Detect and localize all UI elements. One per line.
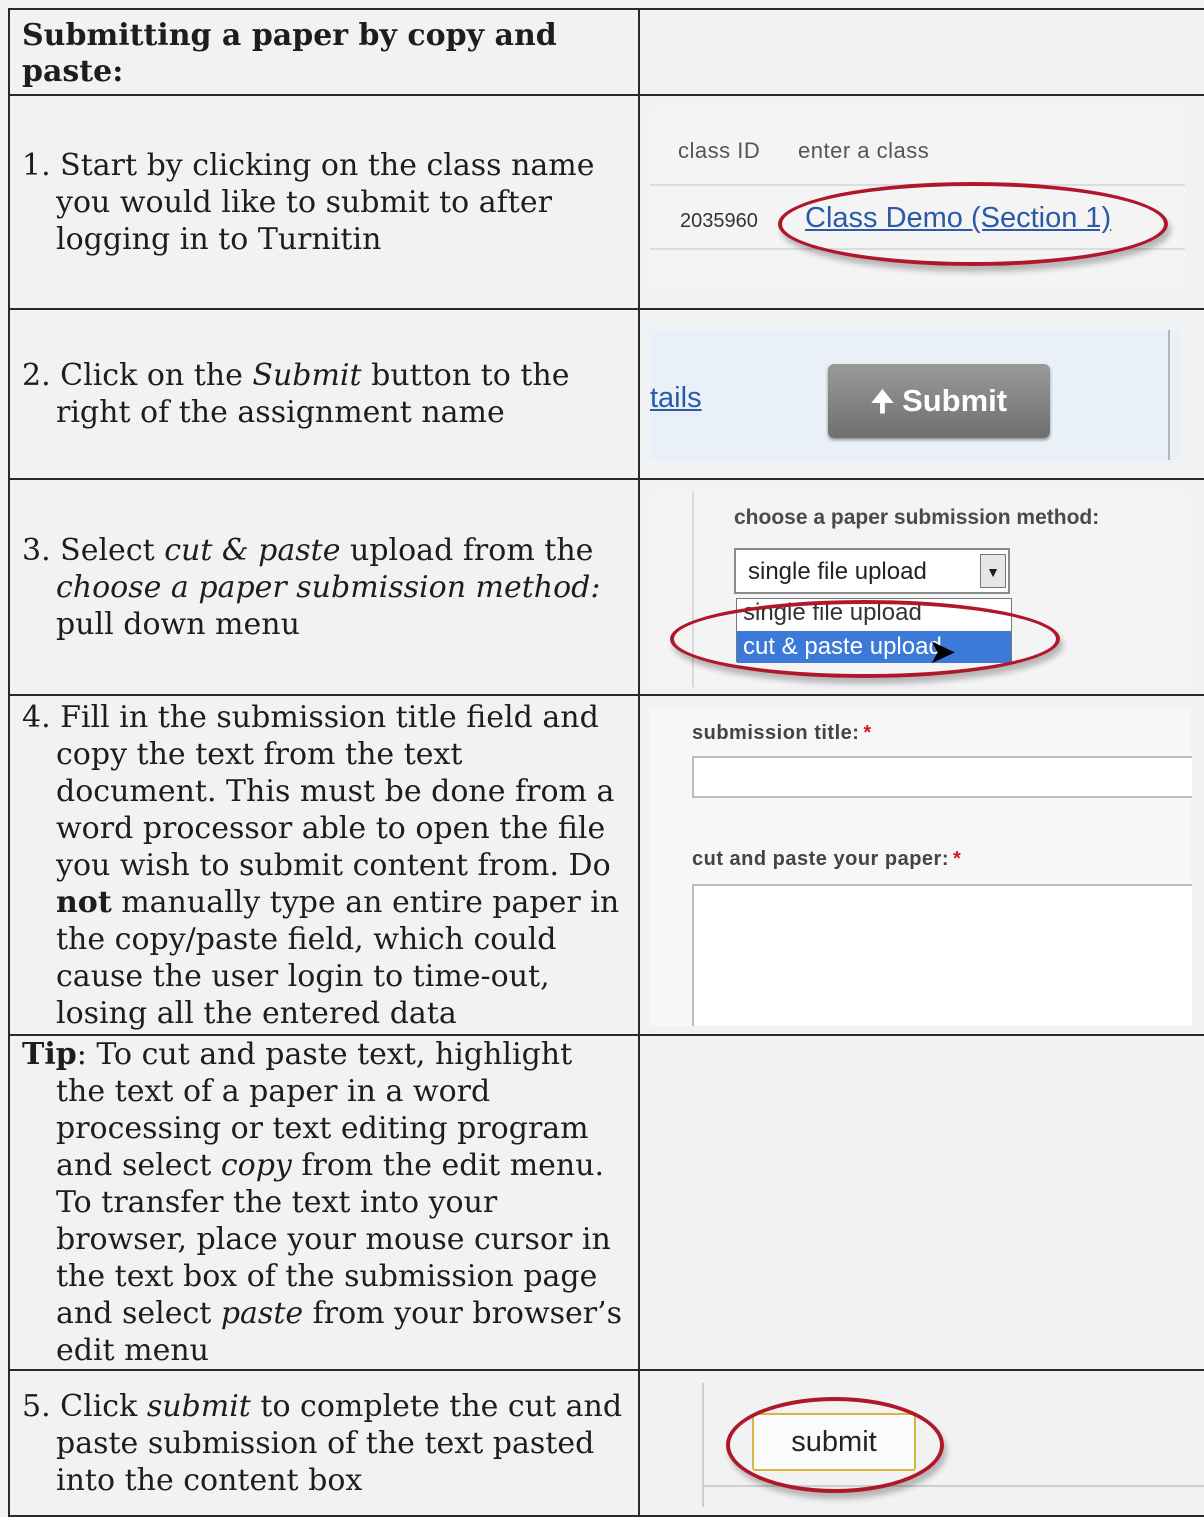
tip-right-cell	[638, 1034, 1204, 1371]
divider	[1168, 330, 1170, 460]
submission-method-label: choose a paper submission method:	[734, 506, 1100, 529]
step-1-text: 1. Start by clicking on the class name y…	[22, 147, 595, 257]
chevron-down-icon[interactable]: ▼	[980, 554, 1006, 588]
selected-value: single file upload	[748, 558, 927, 585]
instructions-table: Submitting a paper by copy and paste: 1.…	[8, 8, 1204, 1517]
submission-method-select[interactable]: single file upload ▼	[734, 548, 1010, 594]
step-3-cell: 3. Select cut & paste upload from the ch…	[8, 478, 640, 696]
submit-button-screenshot: tails 🠉 Submit	[650, 330, 1180, 460]
enter-class-header: enter a class	[798, 138, 930, 163]
step-4-screenshot: submission title: * cut and paste your pa…	[638, 694, 1204, 1036]
step-2-screenshot: tails 🠉 Submit	[638, 308, 1204, 480]
step-1-cell: 1. Start by clicking on the class name y…	[8, 94, 640, 310]
up-arrow-icon: 🠉	[870, 386, 895, 417]
paste-paper-label: cut and paste your paper: *	[692, 848, 962, 870]
highlight-oval	[778, 182, 1168, 266]
step-5-screenshot: submit	[638, 1369, 1204, 1517]
class-list-screenshot: class ID enter a class 2035960 Class Dem…	[650, 108, 1185, 286]
tip-cell: Tip: To cut and paste text, highlight th…	[8, 1034, 640, 1371]
highlight-oval	[670, 600, 1060, 678]
submission-form-screenshot: submission title: * cut and paste your pa…	[650, 708, 1192, 1026]
step-5-text: 5. Click submit to complete the cut and …	[22, 1388, 623, 1498]
submit-button-label: Submit	[902, 383, 1008, 418]
step-5-cell: 5. Click submit to complete the cut and …	[8, 1369, 640, 1517]
class-id-value: 2035960	[680, 210, 758, 232]
step-2-text: 2. Click on the Submit button to the rig…	[22, 358, 570, 430]
submit-button[interactable]: 🠉 Submit	[828, 364, 1050, 438]
details-link[interactable]: tails	[650, 382, 702, 415]
class-id-header: class ID	[678, 138, 761, 163]
submission-method-screenshot: choose a paper submission method: single…	[650, 492, 1190, 687]
step-1-screenshot: class ID enter a class 2035960 Class Dem…	[638, 94, 1204, 310]
page-title: Submitting a paper by copy and paste:	[22, 18, 557, 89]
heading-right-cell	[638, 8, 1204, 96]
heading-cell: Submitting a paper by copy and paste:	[8, 8, 640, 96]
step-4-text: 4. Fill in the submission title field an…	[22, 699, 620, 1031]
step-2-cell: 2. Click on the Submit button to the rig…	[8, 308, 640, 480]
step-4-cell: 4. Fill in the submission title field an…	[8, 694, 640, 1036]
highlight-oval	[726, 1397, 944, 1493]
step-3-text: 3. Select cut & paste upload from the ch…	[22, 532, 601, 642]
step-3-screenshot: choose a paper submission method: single…	[638, 478, 1204, 696]
final-submit-screenshot: submit	[650, 1383, 1204, 1507]
submission-title-input[interactable]	[692, 756, 1192, 798]
divider	[702, 1383, 704, 1507]
paste-paper-textarea[interactable]	[692, 884, 1192, 1026]
tip-text: Tip: To cut and paste text, highlight th…	[22, 1037, 623, 1368]
submission-title-label: submission title: *	[692, 722, 872, 744]
